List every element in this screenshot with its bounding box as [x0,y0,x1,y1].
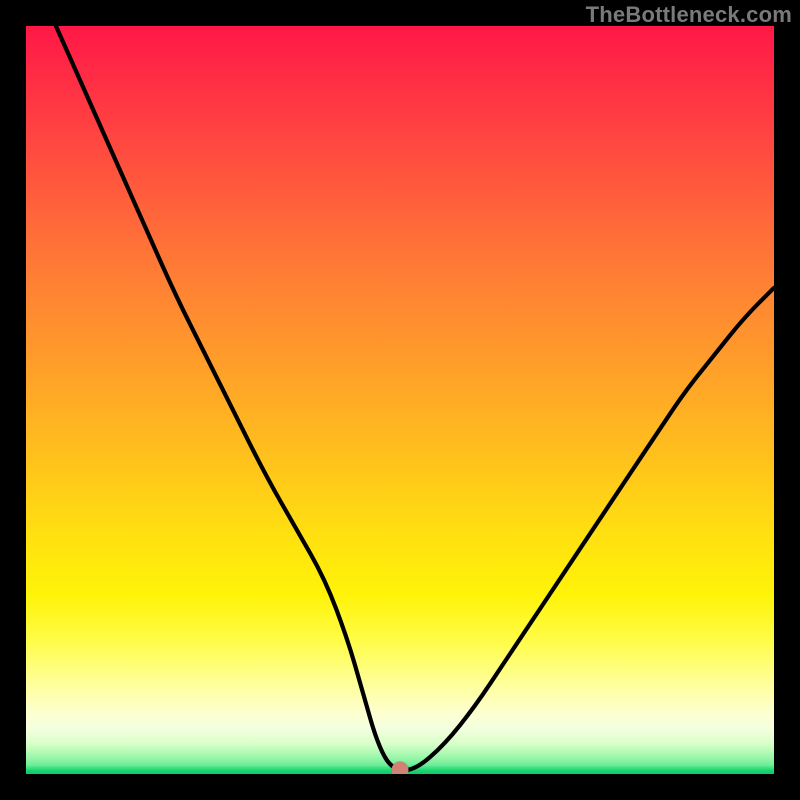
plot-area [26,26,774,774]
optimal-point-marker [392,762,409,774]
bottleneck-curve-svg [26,26,774,774]
chart-frame: TheBottleneck.com [0,0,800,800]
bottleneck-curve-path [56,26,774,770]
watermark-text: TheBottleneck.com [586,2,792,28]
